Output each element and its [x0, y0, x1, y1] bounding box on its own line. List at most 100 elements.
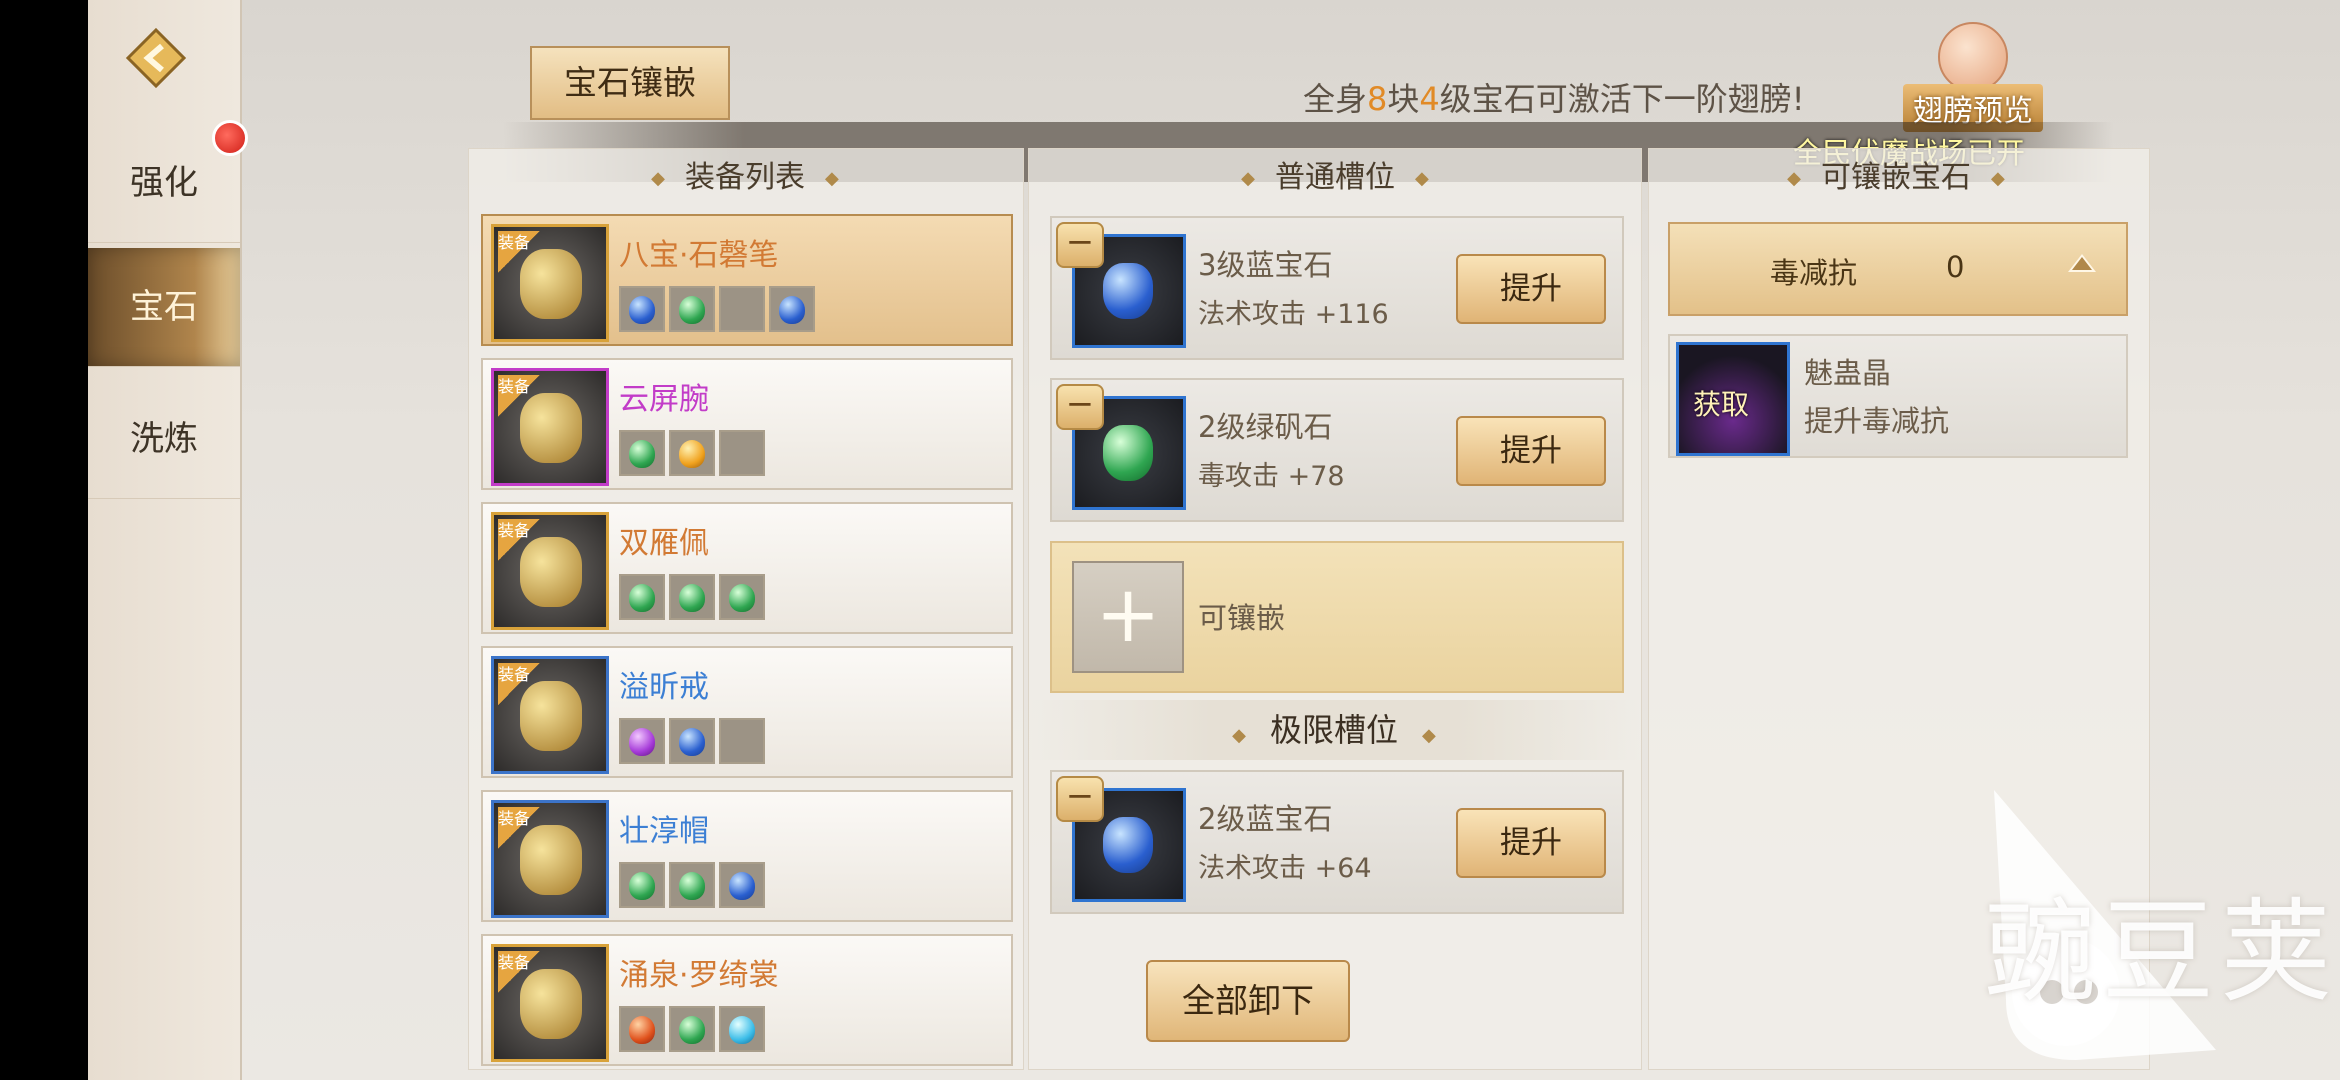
equipped-tag: 装备	[498, 807, 540, 849]
gem-name: 2级蓝宝石	[1198, 802, 1333, 836]
acquire-label: 获取	[1693, 388, 1750, 421]
limit-slots-title: 极限槽位	[1269, 711, 1398, 749]
upgrade-button[interactable]: 提升	[1456, 808, 1606, 878]
gem-slot-filled	[619, 1006, 665, 1052]
equipment-thumbnail: 装备	[491, 944, 609, 1062]
column-title: 可镶嵌宝石	[1821, 160, 1971, 195]
gem-stat: 毒攻击 +78	[1198, 461, 1345, 492]
blue-gem-icon	[629, 296, 655, 324]
red-gem-icon	[629, 1016, 655, 1044]
equipment-thumbnail: 装备	[491, 368, 609, 486]
purple-gem-icon	[629, 728, 655, 756]
banner-text: 块	[1387, 80, 1420, 118]
equipment-item[interactable]: 装备 云屏腕	[481, 358, 1013, 490]
blue-gem-icon	[779, 296, 805, 324]
column-title: 普通槽位	[1275, 160, 1395, 195]
equipment-thumbnail: 装备	[491, 224, 609, 342]
gem-name: 2级绿矾石	[1198, 410, 1333, 444]
limit-gem-slot-card[interactable]: − 2级蓝宝石 法术攻击 +64 提升	[1050, 770, 1624, 914]
resist-filter-dropdown[interactable]: 毒减抗 0	[1668, 222, 2128, 316]
green-gem-icon	[629, 872, 655, 900]
equipment-item[interactable]: 装备 涌泉·罗绮裳	[481, 934, 1013, 1066]
equipped-tag: 装备	[498, 519, 540, 561]
gem-slot-filled	[669, 862, 715, 908]
gem-slot-empty	[719, 430, 765, 476]
equipment-name: 云屏腕	[619, 382, 709, 417]
limit-slots-header: ◆ 极限槽位 ◆	[1026, 700, 1642, 760]
equipment-thumbnail: 装备	[491, 512, 609, 630]
tab-gem-inlay[interactable]: 宝石镶嵌	[530, 46, 730, 120]
equipment-name: 双雁佩	[619, 526, 709, 561]
cyan-gem-icon	[729, 1016, 755, 1044]
gem-source-item[interactable]: 获取 魅蛊晶 提升毒减抗	[1668, 334, 2128, 458]
upgrade-button[interactable]: 提升	[1456, 254, 1606, 324]
gem-slot-card[interactable]: − 3级蓝宝石 法术攻击 +116 提升	[1050, 216, 1624, 360]
gem-slot-card[interactable]: − 2级绿矾石 毒攻击 +78 提升	[1050, 378, 1624, 522]
letterbox-bar	[0, 0, 88, 1080]
green-gem-icon	[679, 296, 705, 324]
equipped-tag: 装备	[498, 663, 540, 705]
banner-level: 4	[1419, 80, 1440, 118]
equipment-gem-slots	[619, 430, 769, 476]
equipment-gem-slots	[619, 286, 819, 332]
equipment-name: 八宝·石磬笔	[619, 238, 779, 273]
remove-gem-button[interactable]: −	[1056, 384, 1104, 430]
green-gem-icon	[679, 872, 705, 900]
gem-slot-filled	[669, 1006, 715, 1052]
green-gem-icon	[629, 440, 655, 468]
orange-gem-icon	[679, 440, 705, 468]
gem-slot-filled	[619, 718, 665, 764]
watermark-text: 豌豆荚	[1984, 888, 2338, 1018]
gem-slot-filled	[719, 1006, 765, 1052]
equipped-tag: 装备	[498, 951, 540, 993]
equipment-item[interactable]: 装备 八宝·石磬笔	[481, 214, 1013, 346]
equipment-gem-slots	[619, 1006, 769, 1052]
equipment-name: 溢昕戒	[619, 670, 709, 705]
equipment-name: 壮淳帽	[619, 814, 709, 849]
wing-preview-button[interactable]: 翅膀预览	[1903, 22, 2043, 132]
equipment-item[interactable]: 装备 壮淳帽	[481, 790, 1013, 922]
equipment-name: 涌泉·罗绮裳	[619, 958, 779, 993]
resist-name: 毒减抗	[1770, 256, 1858, 290]
green-gem-icon	[679, 584, 705, 612]
remove-gem-button[interactable]: −	[1056, 222, 1104, 268]
gem-item-icon[interactable]: 获取	[1676, 342, 1790, 456]
diamond-icon: ◆	[1232, 725, 1246, 746]
gem-slot-filled	[669, 574, 715, 620]
equipment-item[interactable]: 装备 溢昕戒	[481, 646, 1013, 778]
nav-tab-refine[interactable]: 洗炼	[88, 380, 240, 499]
gem-slot-filled	[619, 286, 665, 332]
gem-slot-filled	[669, 718, 715, 764]
banner-text: 全身	[1303, 80, 1368, 118]
equipment-gem-slots	[619, 574, 769, 620]
side-nav: 强化 宝石 洗炼	[88, 0, 248, 1080]
unload-all-button[interactable]: 全部卸下	[1146, 960, 1350, 1042]
gem-item-desc: 提升毒减抗	[1804, 404, 1950, 438]
gem-slot-filled	[769, 286, 815, 332]
gem-item-name: 魅蛊晶	[1804, 356, 1892, 390]
equipment-thumbnail: 装备	[491, 656, 609, 774]
diamond-icon: ◆	[1422, 725, 1436, 746]
empty-gem-slot[interactable]: + 可镶嵌	[1050, 541, 1624, 693]
nav-tab-gem[interactable]: 宝石	[88, 248, 240, 367]
gem-slot-empty	[719, 286, 765, 332]
gem-stat: 法术攻击 +64	[1198, 853, 1372, 884]
green-gem-icon	[679, 1016, 705, 1044]
remove-gem-button[interactable]: −	[1056, 776, 1104, 822]
notification-dot-icon	[212, 120, 248, 156]
back-arrow-icon[interactable]	[124, 26, 188, 90]
gem-name: 3级蓝宝石	[1198, 248, 1333, 282]
equipment-gem-slots	[619, 718, 769, 764]
upgrade-button[interactable]: 提升	[1456, 416, 1606, 486]
column-title: 装备列表	[685, 160, 805, 195]
resist-value: 0	[1946, 250, 1965, 284]
plus-icon: +	[1072, 561, 1184, 673]
wing-icon	[1938, 22, 2008, 92]
banner-text: 级宝石可激活下一阶翅膀!	[1439, 80, 1805, 118]
gem-slot-filled	[619, 430, 665, 476]
gem-slot-filled	[719, 862, 765, 908]
green-gem-icon	[729, 584, 755, 612]
equipment-thumbnail: 装备	[491, 800, 609, 918]
column-header-normal-slots: ◆ 普通槽位 ◆	[1241, 160, 1429, 195]
equipment-item[interactable]: 装备 双雁佩	[481, 502, 1013, 634]
